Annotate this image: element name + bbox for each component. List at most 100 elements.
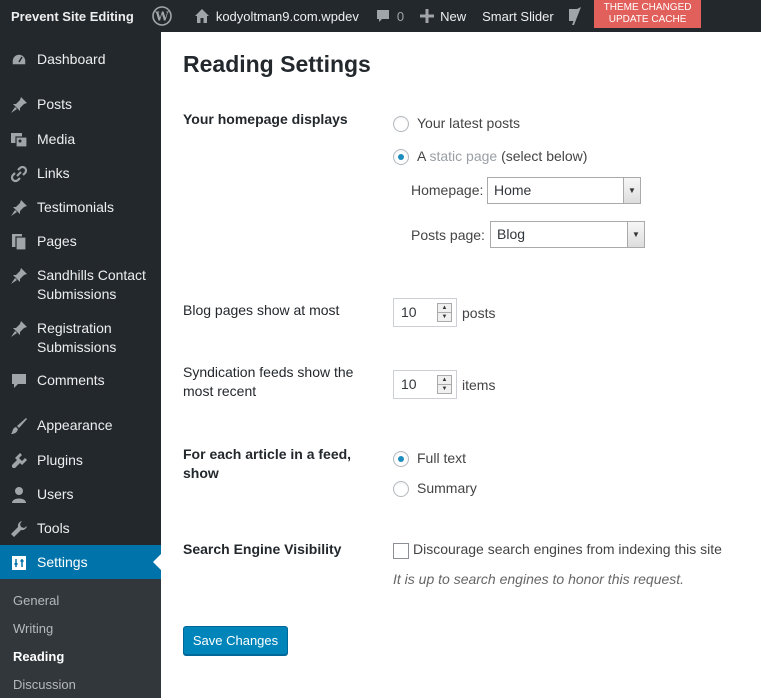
static-page-link[interactable]: static page bbox=[429, 148, 497, 164]
summary-label[interactable]: Summary bbox=[417, 479, 477, 497]
sidebar-item-label: Pages bbox=[37, 233, 77, 249]
new-label: New bbox=[440, 8, 467, 24]
chevron-down-icon: ▼ bbox=[627, 222, 644, 247]
full-text-radio[interactable] bbox=[393, 451, 409, 467]
sidebar-item-label: Tools bbox=[37, 520, 70, 536]
brush-icon bbox=[10, 417, 28, 435]
sidebar-item-label: Media bbox=[37, 131, 76, 147]
syndication-number-input[interactable]: 10 ▲ ▼ bbox=[393, 370, 457, 399]
sidebar-item-plugins[interactable]: Plugins bbox=[0, 451, 161, 470]
syndication-value: 10 bbox=[401, 376, 417, 392]
pin-icon bbox=[10, 267, 28, 285]
static-page-radio[interactable] bbox=[393, 149, 409, 165]
full-text-label[interactable]: Full text bbox=[417, 449, 466, 467]
blog-pages-number-input[interactable]: 10 ▲ ▼ bbox=[393, 298, 457, 327]
spinner-icon[interactable]: ▲ ▼ bbox=[437, 375, 452, 394]
sidebar-item-settings[interactable]: Settings bbox=[0, 545, 161, 579]
discourage-search-checkbox[interactable] bbox=[393, 543, 409, 559]
discourage-search-label[interactable]: Discourage search engines from indexing … bbox=[413, 540, 722, 558]
sidebar-item-links[interactable]: Links bbox=[0, 164, 161, 183]
search-visibility-description: It is up to search engines to honor this… bbox=[393, 571, 685, 587]
admin-bar-brand[interactable]: Prevent Site Editing bbox=[0, 0, 144, 32]
theme-alert-line1: THEME CHANGED bbox=[603, 2, 692, 13]
comment-icon bbox=[375, 8, 391, 24]
new-content-button[interactable]: New bbox=[412, 0, 474, 32]
homepage-select-value: Home bbox=[494, 182, 532, 198]
pin-icon bbox=[10, 199, 28, 217]
feed-article-label: For each article in a feed, show bbox=[183, 446, 352, 481]
smart-slider-link[interactable]: Smart Slider bbox=[474, 0, 562, 32]
sidebar-item-label: Settings bbox=[37, 554, 88, 570]
sidebar-item-label: Links bbox=[37, 165, 70, 181]
user-icon bbox=[10, 486, 28, 504]
sidebar-item-registration-submissions[interactable]: Registration Submissions bbox=[0, 319, 161, 356]
plug-icon bbox=[10, 452, 28, 470]
sidebar-item-appearance[interactable]: Appearance bbox=[0, 416, 161, 435]
syndication-label: Syndication feeds show the most recent bbox=[183, 364, 354, 399]
theme-changed-alert[interactable]: THEME CHANGED UPDATE CACHE bbox=[593, 0, 702, 28]
sidebar-item-label: Sandhills Contact Submissions bbox=[37, 267, 146, 302]
sidebar-item-label: Testimonials bbox=[37, 199, 115, 215]
homepage-select[interactable]: Home ▼ bbox=[487, 177, 641, 204]
summary-radio[interactable] bbox=[393, 481, 409, 497]
sidebar-item-label: Users bbox=[37, 486, 74, 502]
comment-icon bbox=[10, 372, 28, 390]
sidebar-item-label: Comments bbox=[37, 372, 105, 388]
settings-submenu: General Writing Reading Discussion bbox=[0, 579, 161, 698]
media-icon bbox=[10, 131, 28, 149]
search-visibility-label: Search Engine Visibility bbox=[183, 541, 342, 557]
submenu-item-discussion[interactable]: Discussion bbox=[13, 677, 76, 692]
home-icon bbox=[194, 8, 210, 24]
admin-sidebar: Dashboard Posts Media Links Testimonials… bbox=[0, 32, 161, 698]
sidebar-item-label: Appearance bbox=[37, 417, 113, 433]
homepage-select-label: Homepage: bbox=[411, 182, 484, 198]
posts-page-select[interactable]: Blog ▼ bbox=[490, 221, 645, 248]
plus-icon bbox=[420, 9, 435, 23]
wordpress-icon: W bbox=[152, 6, 172, 26]
static-page-option[interactable]: A static page (select below) bbox=[417, 147, 587, 165]
syndication-unit: items bbox=[462, 377, 496, 393]
sidebar-item-sandhills-contact-submissions[interactable]: Sandhills Contact Submissions bbox=[0, 266, 161, 303]
sidebar-item-testimonials[interactable]: Testimonials bbox=[0, 198, 161, 217]
page-title: Reading Settings bbox=[183, 51, 371, 77]
submenu-item-writing[interactable]: Writing bbox=[13, 621, 53, 636]
sidebar-item-media[interactable]: Media bbox=[0, 130, 161, 149]
wordpress-logo-button[interactable]: W bbox=[144, 0, 186, 32]
static-page-prefix: A bbox=[417, 148, 430, 164]
static-page-suffix: (select below) bbox=[497, 148, 588, 164]
spinner-icon[interactable]: ▲ ▼ bbox=[437, 303, 452, 322]
submenu-item-general[interactable]: General bbox=[13, 593, 59, 608]
sidebar-item-tools[interactable]: Tools bbox=[0, 519, 161, 538]
active-menu-arrow bbox=[153, 554, 161, 570]
blog-pages-label: Blog pages show at most bbox=[183, 302, 340, 318]
sidebar-item-dashboard[interactable]: Dashboard bbox=[0, 50, 161, 69]
chevron-down-icon: ▼ bbox=[623, 178, 640, 203]
site-name-link[interactable]: kodyoltman9.com.wpdev bbox=[186, 0, 367, 32]
submenu-item-reading[interactable]: Reading bbox=[13, 649, 64, 664]
sidebar-item-pages[interactable]: Pages bbox=[0, 232, 161, 251]
sidebar-item-comments[interactable]: Comments bbox=[0, 371, 161, 390]
sidebar-item-label: Registration Submissions bbox=[37, 320, 117, 355]
admin-bar: Prevent Site Editing W kodyoltman9.com.w… bbox=[0, 0, 761, 32]
svg-text:W: W bbox=[154, 10, 169, 24]
sidebar-item-label: Posts bbox=[37, 96, 73, 112]
wrench-icon bbox=[10, 520, 28, 538]
latest-posts-radio[interactable] bbox=[393, 116, 409, 132]
comments-link[interactable]: 0 bbox=[367, 0, 412, 32]
latest-posts-label[interactable]: Your latest posts bbox=[417, 114, 520, 132]
comments-count: 0 bbox=[396, 8, 405, 24]
blog-pages-value: 10 bbox=[401, 304, 417, 320]
theme-alert-line2: UPDATE CACHE bbox=[608, 14, 687, 25]
settings-icon bbox=[10, 554, 28, 572]
site-name-label: kodyoltman9.com.wpdev bbox=[215, 8, 359, 24]
save-changes-button[interactable]: Save Changes bbox=[183, 626, 288, 655]
yoast-seo-button[interactable] bbox=[562, 0, 586, 32]
pin-icon bbox=[10, 96, 28, 114]
posts-page-select-value: Blog bbox=[497, 226, 526, 242]
sidebar-item-label: Dashboard bbox=[37, 51, 106, 67]
sidebar-item-users[interactable]: Users bbox=[0, 485, 161, 504]
sidebar-item-posts[interactable]: Posts bbox=[0, 95, 161, 114]
homepage-displays-label: Your homepage displays bbox=[183, 111, 348, 127]
yoast-icon bbox=[566, 7, 582, 25]
sidebar-item-label: Plugins bbox=[37, 452, 83, 468]
